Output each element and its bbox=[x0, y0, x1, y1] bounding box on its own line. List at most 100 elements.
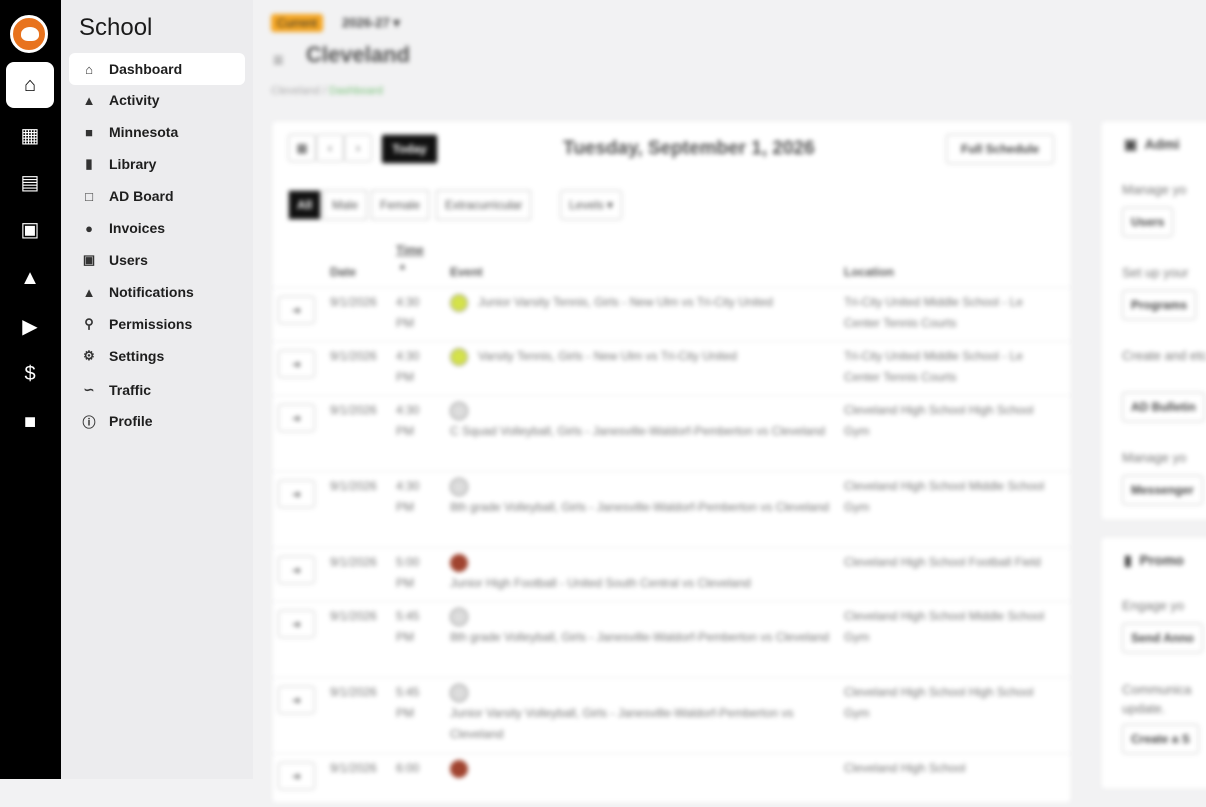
table-row: ➜ 9/1/2026 6:00 Cleveland High School bbox=[273, 753, 1070, 807]
filter-female[interactable]: Female bbox=[371, 190, 430, 220]
graduation-cap-icon[interactable]: ▲ bbox=[6, 255, 54, 301]
row-location: Cleveland High School Middle School Gym bbox=[844, 479, 1045, 514]
home-icon[interactable]: ⌂ bbox=[6, 62, 54, 108]
row-event-label: 8th grade Volleyball, Girls - Janesville… bbox=[450, 630, 830, 644]
row-date: 9/1/2026 bbox=[330, 761, 377, 775]
login-arrow-icon: ➜ bbox=[291, 618, 302, 631]
sidebar-item-ad-board[interactable]: □ AD Board bbox=[69, 180, 245, 212]
sidebar-item-minnesota[interactable]: ■ Minnesota bbox=[69, 116, 245, 148]
column-time[interactable]: Time bbox=[396, 243, 424, 257]
programs-button[interactable]: Programs bbox=[1122, 290, 1197, 320]
sidebar-item-dashboard[interactable]: ⌂ Dashboard bbox=[69, 53, 245, 85]
menu-icon[interactable]: ≡ bbox=[273, 50, 291, 71]
table-row: ➜ 9/1/2026 4:30 PM 8th grade Volleyball,… bbox=[273, 471, 1070, 547]
row-action-button[interactable]: ➜ bbox=[278, 762, 315, 790]
calendar-icon[interactable]: ▦ bbox=[6, 112, 54, 158]
filter-all[interactable]: All bbox=[288, 190, 322, 220]
row-action-button[interactable]: ➜ bbox=[278, 480, 315, 508]
row-action-button[interactable]: ➜ bbox=[278, 556, 315, 584]
sidebar-item-activity[interactable]: ▲ Activity bbox=[69, 84, 245, 116]
users-button[interactable]: Users bbox=[1122, 207, 1174, 237]
today-button[interactable]: Today bbox=[381, 134, 438, 164]
row-time: 5:00 PM bbox=[396, 555, 420, 590]
football-icon bbox=[446, 756, 472, 782]
tennis-ball-icon bbox=[450, 293, 468, 312]
sidebar-item-permissions[interactable]: ⚲ Permissions bbox=[69, 308, 245, 340]
table-row: ➜ 9/1/2026 5:00 PM Junior High Football … bbox=[273, 547, 1070, 601]
full-schedule-button[interactable]: Full Schedule bbox=[946, 134, 1054, 164]
clipboard-icon: □ bbox=[85, 188, 93, 204]
levels-dropdown[interactable]: Levels ▾ bbox=[560, 190, 623, 220]
messenger-button[interactable]: Messenger bbox=[1122, 475, 1203, 505]
send-announcement-button[interactable]: Send Anno bbox=[1122, 623, 1203, 653]
filter-extracurricular[interactable]: Extracurricular bbox=[436, 190, 532, 220]
scoreboard-icon[interactable]: ▤ bbox=[6, 159, 54, 205]
dollar-icon[interactable]: $ bbox=[6, 351, 54, 397]
calendar-button[interactable]: ▦ bbox=[288, 134, 316, 162]
tennis-ball-icon bbox=[450, 347, 468, 366]
column-location: Location bbox=[844, 265, 894, 279]
row-time: 4:30 PM bbox=[396, 349, 420, 384]
row-action-button[interactable]: ➜ bbox=[278, 350, 315, 378]
breadcrumb-root[interactable]: Cleveland bbox=[271, 85, 320, 97]
sidebar-item-label: Notifications bbox=[109, 284, 194, 300]
volleyball-icon bbox=[450, 477, 468, 496]
row-action-button[interactable]: ➜ bbox=[278, 686, 315, 714]
row-action-button[interactable]: ➜ bbox=[278, 296, 315, 324]
row-event-label: Junior Varsity Tennis, Girls - New Ulm v… bbox=[478, 295, 773, 309]
page-title: Cleveland bbox=[306, 42, 410, 67]
sidebar-item-settings[interactable]: ⚙ Settings bbox=[69, 340, 245, 372]
row-event-label: Junior Varsity Volleyball, Girls - Janes… bbox=[450, 706, 794, 741]
sidebar-title: School bbox=[79, 14, 153, 41]
row-event: Junior Varsity Tennis, Girls - New Ulm v… bbox=[450, 292, 838, 313]
books-icon: ▮ bbox=[85, 156, 93, 171]
column-event: Event bbox=[450, 265, 483, 279]
row-location: Tri-City United Middle School - Le Cente… bbox=[844, 295, 1023, 330]
info-icon: ⓘ bbox=[82, 414, 96, 430]
row-time: 4:30 PM bbox=[396, 403, 420, 438]
breadcrumb-current: Dashboard bbox=[329, 85, 383, 97]
row-event: Junior High Football - United South Cent… bbox=[446, 550, 838, 594]
row-location: Cleveland High School High School Gym bbox=[844, 685, 1034, 720]
levels-label: Levels bbox=[569, 198, 604, 212]
row-time: 4:30 PM bbox=[396, 295, 420, 330]
next-day-button[interactable]: › bbox=[344, 134, 372, 162]
row-date: 9/1/2026 bbox=[330, 479, 377, 493]
row-event-label: C Squad Volleyball, Girls - Janesville-W… bbox=[450, 424, 826, 438]
year-select[interactable]: 2026-27 ▾ bbox=[342, 15, 400, 31]
row-time: 5:45 PM bbox=[396, 685, 420, 720]
sidebar-item-traffic[interactable]: ∽ Traffic bbox=[69, 374, 245, 406]
create-button[interactable]: Create a S bbox=[1122, 724, 1199, 754]
right-panel: ▣ Admi Manage yo Users Set up your Progr… bbox=[1102, 122, 1206, 788]
sidebar-item-invoices[interactable]: ● Invoices bbox=[69, 212, 245, 244]
admin-text: Set up your bbox=[1122, 265, 1189, 280]
admin-card: ▣ Admi Manage yo Users Set up your Progr… bbox=[1102, 122, 1206, 519]
filter-male[interactable]: Male bbox=[323, 190, 368, 220]
jersey-icon[interactable]: ▣ bbox=[6, 206, 54, 252]
table-row: ➜ 9/1/2026 4:30 PM Varsity Tennis, Girls… bbox=[273, 341, 1070, 395]
login-arrow-icon: ➜ bbox=[291, 770, 302, 783]
year-label: 2026-27 bbox=[342, 15, 390, 30]
schedule-date: Tuesday, September 1, 2026 bbox=[563, 138, 815, 159]
minnesota-icon[interactable]: ■ bbox=[6, 399, 54, 445]
row-time: 4:30 PM bbox=[396, 479, 420, 514]
row-action-button[interactable]: ➜ bbox=[278, 404, 315, 432]
volleyball-icon bbox=[450, 683, 468, 702]
megaphone-icon[interactable]: ▶ bbox=[6, 303, 54, 349]
calendar-icon: ▦ bbox=[296, 141, 308, 155]
prev-day-button[interactable]: ‹ bbox=[316, 134, 344, 162]
football-icon bbox=[446, 550, 472, 576]
sidebar-item-library[interactable]: ▮ Library bbox=[69, 148, 245, 180]
volleyball-icon bbox=[450, 401, 468, 420]
id-card-icon: ▣ bbox=[82, 252, 96, 267]
sidebar-item-users[interactable]: ▣ Users bbox=[69, 244, 245, 276]
sidebar-item-profile[interactable]: ⓘ Profile bbox=[69, 405, 245, 437]
table-row: ➜ 9/1/2026 5:45 PM Junior Varsity Volley… bbox=[273, 677, 1070, 753]
sidebar-item-notifications[interactable]: ▲ Notifications bbox=[69, 276, 245, 308]
logo[interactable] bbox=[10, 15, 48, 53]
promo-title-label: Promo bbox=[1139, 552, 1184, 568]
schedule-card: ▦ ‹ › Today Tuesday, September 1, 2026 F… bbox=[273, 122, 1070, 802]
ad-bulletin-button[interactable]: AD Bulletin bbox=[1122, 392, 1205, 422]
row-action-button[interactable]: ➜ bbox=[278, 610, 315, 638]
row-event-label: Junior High Football - United South Cent… bbox=[450, 576, 751, 590]
